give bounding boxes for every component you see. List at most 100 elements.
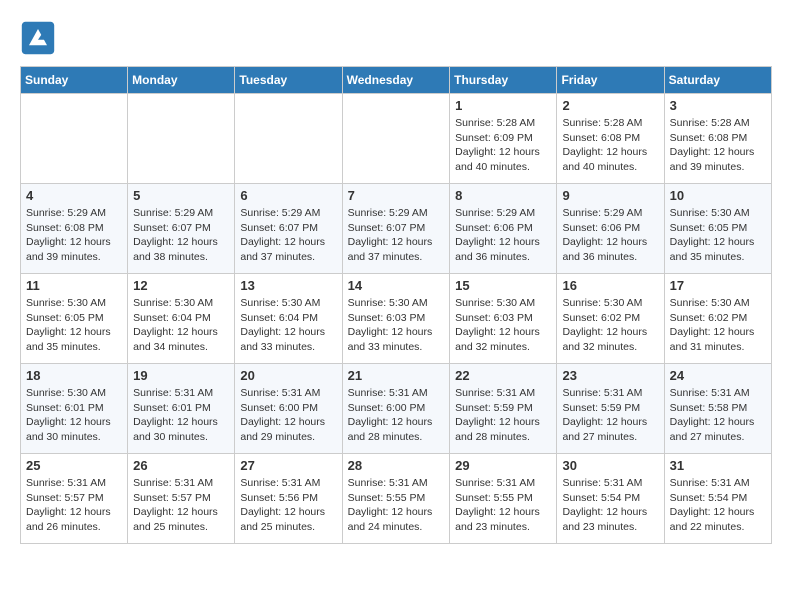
- calendar-cell: 4 Sunrise: 5:29 AMSunset: 6:08 PMDaylight…: [21, 184, 128, 274]
- calendar-cell: 24 Sunrise: 5:31 AMSunset: 5:58 PMDayligh…: [664, 364, 771, 454]
- calendar-header-row: SundayMondayTuesdayWednesdayThursdayFrid…: [21, 67, 772, 94]
- calendar-cell: 13Sunrise: 5:30 AMSunset: 6:04 PMDayligh…: [235, 274, 342, 364]
- day-number: 23: [562, 368, 658, 383]
- calendar-cell: 20 Sunrise: 5:31 AMSunset: 6:00 PMDayligh…: [235, 364, 342, 454]
- calendar-week-3: 11 Sunrise: 5:30 AMSunset: 6:05 PMDayligh…: [21, 274, 772, 364]
- day-number: 6: [240, 188, 336, 203]
- calendar-cell: [21, 94, 128, 184]
- day-info: Sunrise: 5:31 AMSunset: 6:01 PMDaylight:…: [133, 386, 229, 445]
- calendar-cell: [128, 94, 235, 184]
- day-number: 5: [133, 188, 229, 203]
- calendar-week-1: 1 Sunrise: 5:28 AMSunset: 6:09 PMDaylight…: [21, 94, 772, 184]
- calendar-cell: 11 Sunrise: 5:30 AMSunset: 6:05 PMDayligh…: [21, 274, 128, 364]
- day-number: 10: [670, 188, 766, 203]
- calendar-cell: 28 Sunrise: 5:31 AMSunset: 5:55 PMDayligh…: [342, 454, 450, 544]
- day-number: 3: [670, 98, 766, 113]
- day-number: 8: [455, 188, 551, 203]
- day-info: Sunrise: 5:31 AMSunset: 5:58 PMDaylight:…: [670, 386, 766, 445]
- day-number: 9: [562, 188, 658, 203]
- calendar-cell: 26 Sunrise: 5:31 AMSunset: 5:57 PMDayligh…: [128, 454, 235, 544]
- day-info: Sunrise: 5:30 AMSunset: 6:04 PMDaylight:…: [133, 296, 229, 355]
- day-info: Sunrise: 5:30 AMSunset: 6:03 PMDaylight:…: [455, 296, 551, 355]
- day-number: 15: [455, 278, 551, 293]
- calendar-cell: 31Sunrise: 5:31 AMSunset: 5:54 PMDayligh…: [664, 454, 771, 544]
- day-info: Sunrise: 5:31 AMSunset: 5:56 PMDaylight:…: [240, 476, 336, 535]
- day-info: Sunrise: 5:30 AMSunset: 6:02 PMDaylight:…: [670, 296, 766, 355]
- day-number: 28: [348, 458, 445, 473]
- day-number: 27: [240, 458, 336, 473]
- calendar-cell: 29 Sunrise: 5:31 AMSunset: 5:55 PMDayligh…: [450, 454, 557, 544]
- day-info: Sunrise: 5:30 AMSunset: 6:04 PMDaylight:…: [240, 296, 336, 355]
- day-info: Sunrise: 5:29 AMSunset: 6:06 PMDaylight:…: [562, 206, 658, 265]
- day-number: 19: [133, 368, 229, 383]
- day-info: Sunrise: 5:31 AMSunset: 6:00 PMDaylight:…: [240, 386, 336, 445]
- calendar-cell: 9 Sunrise: 5:29 AMSunset: 6:06 PMDaylight…: [557, 184, 664, 274]
- day-number: 7: [348, 188, 445, 203]
- day-info: Sunrise: 5:31 AMSunset: 5:55 PMDaylight:…: [348, 476, 445, 535]
- calendar-week-4: 18 Sunrise: 5:30 AMSunset: 6:01 PMDayligh…: [21, 364, 772, 454]
- calendar-cell: 25 Sunrise: 5:31 AMSunset: 5:57 PMDayligh…: [21, 454, 128, 544]
- calendar-week-5: 25 Sunrise: 5:31 AMSunset: 5:57 PMDayligh…: [21, 454, 772, 544]
- day-info: Sunrise: 5:31 AMSunset: 5:55 PMDaylight:…: [455, 476, 551, 535]
- day-number: 18: [26, 368, 122, 383]
- calendar-cell: 23 Sunrise: 5:31 AMSunset: 5:59 PMDayligh…: [557, 364, 664, 454]
- calendar-cell: 3 Sunrise: 5:28 AMSunset: 6:08 PMDaylight…: [664, 94, 771, 184]
- calendar-header-saturday: Saturday: [664, 67, 771, 94]
- calendar-cell: 18 Sunrise: 5:30 AMSunset: 6:01 PMDayligh…: [21, 364, 128, 454]
- calendar-cell: 14Sunrise: 5:30 AMSunset: 6:03 PMDayligh…: [342, 274, 450, 364]
- day-info: Sunrise: 5:31 AMSunset: 6:00 PMDaylight:…: [348, 386, 445, 445]
- page-header: [20, 20, 772, 56]
- logo-icon: [20, 20, 56, 56]
- day-number: 30: [562, 458, 658, 473]
- day-info: Sunrise: 5:28 AMSunset: 6:08 PMDaylight:…: [670, 116, 766, 175]
- day-info: Sunrise: 5:31 AMSunset: 5:54 PMDaylight:…: [562, 476, 658, 535]
- day-info: Sunrise: 5:31 AMSunset: 5:57 PMDaylight:…: [26, 476, 122, 535]
- day-info: Sunrise: 5:31 AMSunset: 5:59 PMDaylight:…: [562, 386, 658, 445]
- day-number: 24: [670, 368, 766, 383]
- calendar-cell: 22Sunrise: 5:31 AMSunset: 5:59 PMDayligh…: [450, 364, 557, 454]
- day-number: 22: [455, 368, 551, 383]
- calendar-cell: 1 Sunrise: 5:28 AMSunset: 6:09 PMDaylight…: [450, 94, 557, 184]
- calendar-table: SundayMondayTuesdayWednesdayThursdayFrid…: [20, 66, 772, 544]
- day-info: Sunrise: 5:30 AMSunset: 6:05 PMDaylight:…: [670, 206, 766, 265]
- calendar-header-thursday: Thursday: [450, 67, 557, 94]
- day-info: Sunrise: 5:31 AMSunset: 5:57 PMDaylight:…: [133, 476, 229, 535]
- calendar-header-wednesday: Wednesday: [342, 67, 450, 94]
- calendar-cell: 5Sunrise: 5:29 AMSunset: 6:07 PMDaylight…: [128, 184, 235, 274]
- day-info: Sunrise: 5:30 AMSunset: 6:02 PMDaylight:…: [562, 296, 658, 355]
- day-number: 16: [562, 278, 658, 293]
- calendar-cell: 2Sunrise: 5:28 AMSunset: 6:08 PMDaylight…: [557, 94, 664, 184]
- calendar-cell: 21 Sunrise: 5:31 AMSunset: 6:00 PMDayligh…: [342, 364, 450, 454]
- calendar-header-friday: Friday: [557, 67, 664, 94]
- day-number: 20: [240, 368, 336, 383]
- day-number: 29: [455, 458, 551, 473]
- calendar-cell: 6 Sunrise: 5:29 AMSunset: 6:07 PMDaylight…: [235, 184, 342, 274]
- calendar-cell: 7 Sunrise: 5:29 AMSunset: 6:07 PMDaylight…: [342, 184, 450, 274]
- calendar-cell: 10 Sunrise: 5:30 AMSunset: 6:05 PMDayligh…: [664, 184, 771, 274]
- day-number: 21: [348, 368, 445, 383]
- day-number: 17: [670, 278, 766, 293]
- calendar-cell: 30 Sunrise: 5:31 AMSunset: 5:54 PMDayligh…: [557, 454, 664, 544]
- day-number: 1: [455, 98, 551, 113]
- day-info: Sunrise: 5:28 AMSunset: 6:09 PMDaylight:…: [455, 116, 551, 175]
- day-info: Sunrise: 5:29 AMSunset: 6:07 PMDaylight:…: [348, 206, 445, 265]
- day-info: Sunrise: 5:29 AMSunset: 6:07 PMDaylight:…: [240, 206, 336, 265]
- day-info: Sunrise: 5:29 AMSunset: 6:08 PMDaylight:…: [26, 206, 122, 265]
- day-info: Sunrise: 5:29 AMSunset: 6:06 PMDaylight:…: [455, 206, 551, 265]
- day-info: Sunrise: 5:30 AMSunset: 6:01 PMDaylight:…: [26, 386, 122, 445]
- calendar-cell: 19 Sunrise: 5:31 AMSunset: 6:01 PMDayligh…: [128, 364, 235, 454]
- day-number: 25: [26, 458, 122, 473]
- day-info: Sunrise: 5:28 AMSunset: 6:08 PMDaylight:…: [562, 116, 658, 175]
- logo: [20, 20, 62, 56]
- calendar-header-sunday: Sunday: [21, 67, 128, 94]
- calendar-cell: 27 Sunrise: 5:31 AMSunset: 5:56 PMDayligh…: [235, 454, 342, 544]
- calendar-cell: 12Sunrise: 5:30 AMSunset: 6:04 PMDayligh…: [128, 274, 235, 364]
- day-number: 4: [26, 188, 122, 203]
- day-number: 11: [26, 278, 122, 293]
- calendar-cell: 8 Sunrise: 5:29 AMSunset: 6:06 PMDaylight…: [450, 184, 557, 274]
- day-number: 26: [133, 458, 229, 473]
- calendar-week-2: 4 Sunrise: 5:29 AMSunset: 6:08 PMDaylight…: [21, 184, 772, 274]
- day-number: 31: [670, 458, 766, 473]
- day-info: Sunrise: 5:30 AMSunset: 6:05 PMDaylight:…: [26, 296, 122, 355]
- calendar-header-monday: Monday: [128, 67, 235, 94]
